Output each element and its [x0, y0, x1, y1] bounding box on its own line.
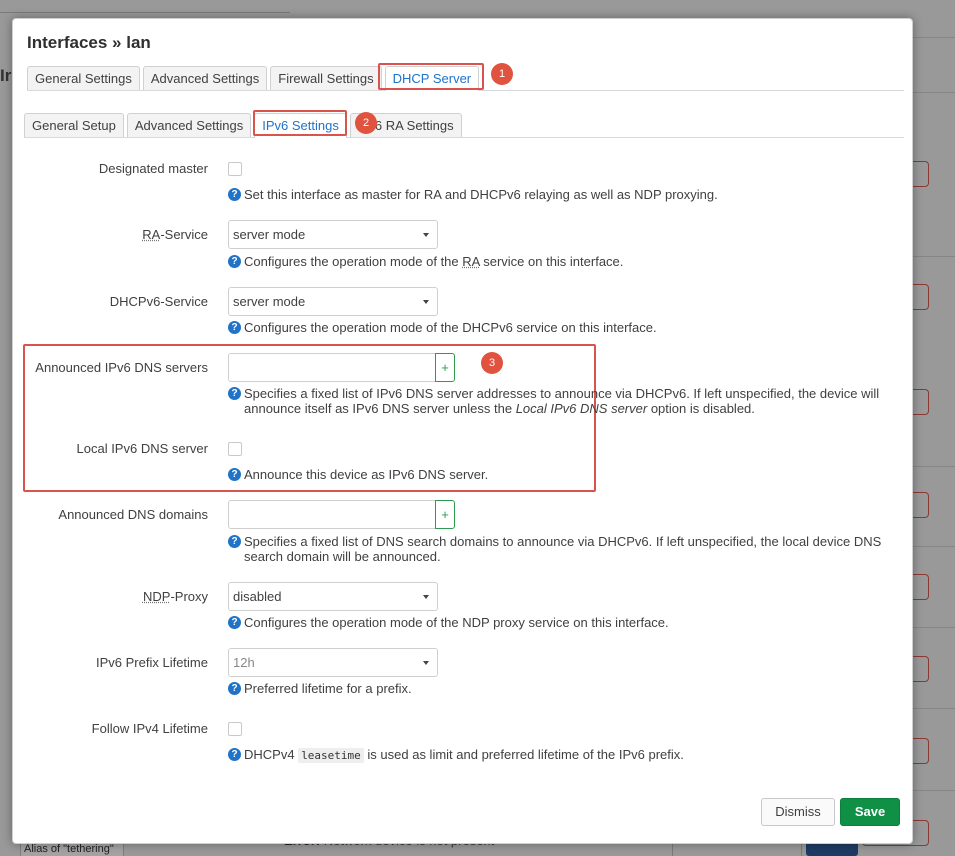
prefix-lifetime-label: IPv6 Prefix Lifetime — [96, 655, 208, 670]
background-button — [913, 574, 929, 600]
follow-ipv4-lifetime-checkbox[interactable] — [228, 722, 242, 736]
background-divider — [913, 466, 955, 467]
chevron-down-icon — [423, 233, 429, 237]
sub-tab-bar: General Setup Advanced Settings IPv6 Set… — [24, 112, 904, 138]
help-icon: ? — [228, 387, 241, 400]
announced-dns-domains-label: Announced DNS domains — [58, 507, 208, 522]
help-icon: ? — [228, 468, 241, 481]
follow-ipv4-lifetime-help: ? DHCPv4 leasetime is used as limit and … — [228, 747, 684, 763]
ra-service-help: ? Configures the operation mode of the R… — [228, 254, 623, 269]
help-icon: ? — [228, 616, 241, 629]
background-button — [913, 161, 929, 187]
local-dns-server-help: ? Announce this device as IPv6 DNS serve… — [228, 467, 488, 482]
follow-ipv4-lifetime-label: Follow IPv4 Lifetime — [91, 721, 208, 736]
annotation-badge-1: 1 — [491, 63, 513, 85]
chevron-down-icon — [423, 661, 429, 665]
subtab-advanced-settings[interactable]: Advanced Settings — [126, 113, 252, 137]
announced-dns-servers-label: Announced IPv6 DNS servers — [35, 360, 208, 375]
help-icon: ? — [228, 188, 241, 201]
background-divider — [913, 627, 955, 628]
tab-advanced-settings[interactable]: Advanced Settings — [142, 66, 268, 90]
background-button — [913, 284, 929, 310]
ra-service-label: RA-Service — [142, 227, 208, 242]
background-divider — [913, 546, 955, 547]
help-icon: ? — [228, 748, 241, 761]
background-button — [913, 656, 929, 682]
background-page-title: Ir — [0, 66, 12, 85]
local-dns-server-checkbox[interactable] — [228, 442, 242, 456]
help-icon: ? — [228, 535, 241, 548]
interface-settings-modal: Interfaces » lan General Settings Advanc… — [12, 18, 913, 844]
ra-service-select[interactable]: server mode — [228, 220, 438, 249]
background-divider — [913, 790, 955, 791]
highlight-box-ipv6-settings — [253, 110, 347, 136]
dhcpv6-service-help: ? Configures the operation mode of the D… — [228, 320, 657, 335]
tab-firewall-settings[interactable]: Firewall Settings — [270, 66, 382, 90]
background-button — [913, 389, 929, 415]
add-dns-domain-button[interactable]: + — [435, 500, 455, 529]
background-divider — [913, 256, 955, 257]
save-button[interactable]: Save — [840, 798, 900, 826]
help-icon: ? — [228, 321, 241, 334]
designated-master-checkbox[interactable] — [228, 162, 242, 176]
chevron-down-icon — [423, 300, 429, 304]
announced-dns-domains-help: ? Specifies a fixed list of DNS search d… — [228, 534, 908, 564]
highlight-box-dhcp-server — [378, 63, 484, 90]
leasetime-code: leasetime — [298, 748, 364, 763]
ndp-proxy-label: NDP-Proxy — [142, 589, 208, 604]
help-icon: ? — [228, 682, 241, 695]
designated-master-help: ? Set this interface as master for RA an… — [228, 187, 718, 202]
ndp-proxy-select[interactable]: disabled — [228, 582, 438, 611]
background-button — [913, 492, 929, 518]
local-dns-server-label: Local IPv6 DNS server — [76, 441, 209, 456]
modal-title: Interfaces » lan — [27, 33, 151, 52]
background-divider — [913, 37, 955, 38]
annotation-badge-2: 2 — [355, 112, 377, 134]
dismiss-button[interactable]: Dismiss — [761, 798, 835, 826]
prefix-lifetime-select[interactable]: 12h — [228, 648, 438, 677]
ndp-proxy-help: ? Configures the operation mode of the N… — [228, 615, 669, 630]
subtab-general-setup[interactable]: General Setup — [24, 113, 124, 137]
prefix-lifetime-help: ? Preferred lifetime for a prefix. — [228, 681, 412, 696]
chevron-down-icon — [423, 595, 429, 599]
background-divider — [913, 92, 955, 93]
background-button — [913, 738, 929, 764]
annotation-badge-3: 3 — [481, 352, 503, 374]
dhcpv6-service-select[interactable]: server mode — [228, 287, 438, 316]
help-icon: ? — [228, 255, 241, 268]
announced-dns-servers-help: ? Specifies a fixed list of IPv6 DNS ser… — [228, 386, 908, 416]
announced-dns-domains-input[interactable] — [228, 500, 436, 529]
announced-dns-servers-input[interactable] — [228, 353, 436, 382]
dhcpv6-service-label: DHCPv6-Service — [109, 294, 208, 309]
add-dns-server-button[interactable]: + — [435, 353, 455, 382]
background-divider — [913, 708, 955, 709]
tab-general-settings[interactable]: General Settings — [27, 66, 140, 90]
designated-master-label: Designated master — [98, 161, 208, 176]
